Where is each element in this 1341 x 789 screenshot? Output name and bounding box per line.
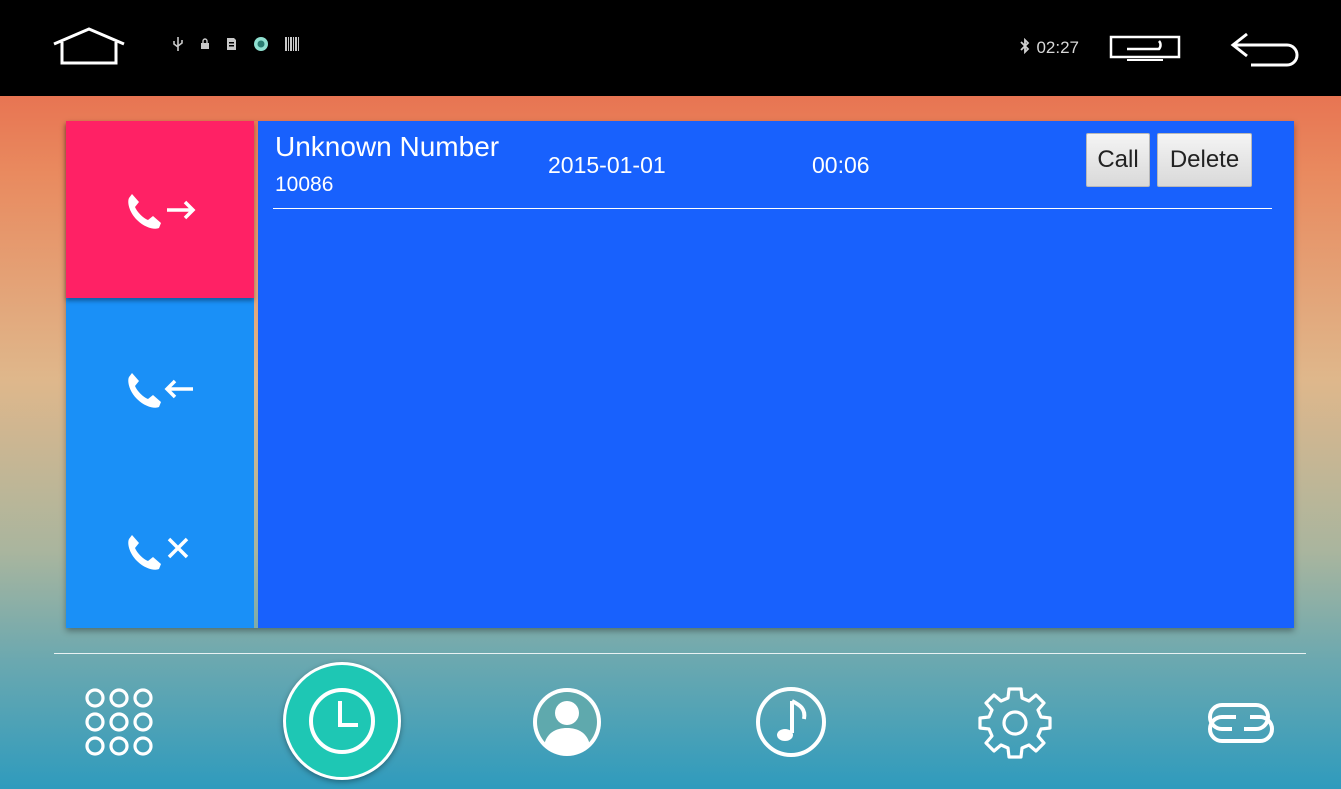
call-log-list: Unknown Number 10086 2015-01-01 00:06 Ca… xyxy=(258,121,1294,628)
tab-incoming-calls[interactable] xyxy=(66,304,254,474)
android-icon xyxy=(253,36,269,58)
tab-missed-calls[interactable] xyxy=(66,474,254,628)
link-button[interactable] xyxy=(1198,683,1280,761)
clock-icon xyxy=(309,688,375,754)
bluetooth-icon xyxy=(1020,37,1030,58)
call-date: 2015-01-01 xyxy=(548,152,666,178)
call-button[interactable]: Call xyxy=(1086,133,1150,187)
lock-icon xyxy=(200,38,210,56)
dock-divider xyxy=(54,653,1306,654)
contacts-icon xyxy=(533,688,601,756)
tab-outgoing-calls[interactable] xyxy=(66,121,254,298)
call-type-tabs xyxy=(66,121,254,628)
music-button[interactable] xyxy=(752,683,830,761)
window-icon[interactable] xyxy=(1109,35,1181,61)
call-duration: 00:06 xyxy=(812,152,870,178)
caller-name: Unknown Number xyxy=(275,131,500,162)
home-icon[interactable] xyxy=(50,26,128,66)
dialpad-icon xyxy=(85,688,153,756)
settings-gear-icon xyxy=(978,687,1052,759)
music-icon xyxy=(756,687,826,757)
link-icon xyxy=(1208,703,1274,743)
contacts-button[interactable] xyxy=(528,683,606,761)
outgoing-call-icon xyxy=(128,193,196,229)
delete-button[interactable]: Delete xyxy=(1157,133,1252,187)
call-log-panel: Unknown Number 10086 2015-01-01 00:06 Ca… xyxy=(66,121,1294,628)
sd-card-icon xyxy=(226,37,237,57)
back-icon[interactable] xyxy=(1229,28,1305,68)
recents-button[interactable] xyxy=(283,662,401,780)
caller-number: 10086 xyxy=(275,173,334,196)
phone-screen: 02:27 Unknown Number 10086 2015-01-01 00… xyxy=(0,0,1341,789)
incoming-call-icon xyxy=(128,373,193,408)
status-bar: 02:27 xyxy=(0,0,1341,96)
status-clock: 02:27 xyxy=(1036,38,1079,57)
usb-icon xyxy=(172,36,184,58)
dialpad-button[interactable] xyxy=(80,683,158,761)
missed-call-icon xyxy=(128,535,189,570)
call-log-row[interactable]: Unknown Number 10086 2015-01-01 00:06 Ca… xyxy=(273,121,1272,209)
notification-icons xyxy=(172,36,299,58)
barcode-icon xyxy=(285,37,299,57)
settings-button[interactable] xyxy=(976,683,1054,761)
